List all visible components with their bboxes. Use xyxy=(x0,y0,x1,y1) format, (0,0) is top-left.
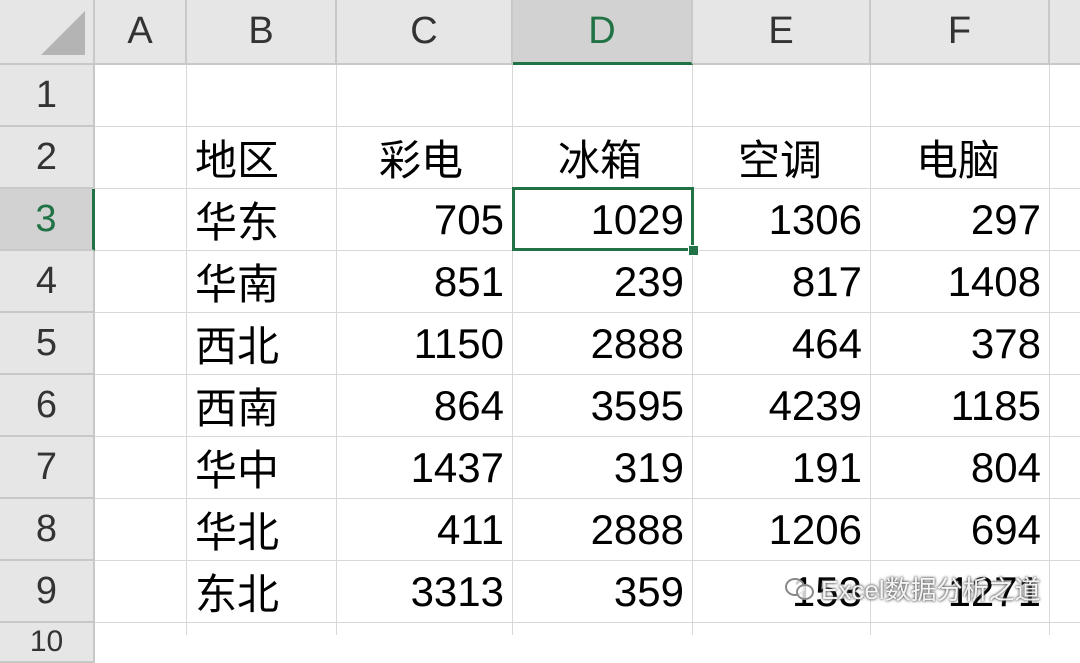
column-header-e[interactable]: E xyxy=(693,0,871,65)
cell-ac[interactable]: 1306 xyxy=(693,189,871,251)
cell-g4[interactable] xyxy=(1050,251,1080,313)
cell-fridge[interactable]: 2888 xyxy=(513,313,693,375)
cell-a5[interactable] xyxy=(95,313,187,375)
cell-a9[interactable] xyxy=(95,561,187,623)
cell-a6[interactable] xyxy=(95,375,187,437)
header-tv[interactable]: 彩电 xyxy=(337,127,513,189)
cell-g1[interactable] xyxy=(1050,65,1080,127)
header-ac[interactable]: 空调 xyxy=(693,127,871,189)
cell-tv[interactable]: 1437 xyxy=(337,437,513,499)
cell-fridge[interactable]: 359 xyxy=(513,561,693,623)
row-header-6[interactable]: 6 xyxy=(0,375,95,437)
cell-e10[interactable] xyxy=(693,623,871,635)
row-header-4[interactable]: 4 xyxy=(0,251,95,313)
cell-fridge[interactable]: 319 xyxy=(513,437,693,499)
cell-c1[interactable] xyxy=(337,65,513,127)
cell-f10[interactable] xyxy=(871,623,1050,635)
cell-tv[interactable]: 1150 xyxy=(337,313,513,375)
cell-tv[interactable]: 851 xyxy=(337,251,513,313)
row-header-8[interactable]: 8 xyxy=(0,499,95,561)
cell-ac[interactable]: 1206 xyxy=(693,499,871,561)
column-header-d[interactable]: D xyxy=(513,0,693,65)
cell-tv[interactable]: 864 xyxy=(337,375,513,437)
cell-d1[interactable] xyxy=(513,65,693,127)
cell-a10[interactable] xyxy=(95,623,187,635)
cell-region[interactable]: 西南 xyxy=(187,375,337,437)
cell-a2[interactable] xyxy=(95,127,187,189)
row-header-9[interactable]: 9 xyxy=(0,561,95,623)
cell-region[interactable]: 东北 xyxy=(187,561,337,623)
cell-g5[interactable] xyxy=(1050,313,1080,375)
cell-g7[interactable] xyxy=(1050,437,1080,499)
row-header-2[interactable]: 2 xyxy=(0,127,95,189)
cell-d10[interactable] xyxy=(513,623,693,635)
row-header-10[interactable]: 10 xyxy=(0,623,95,663)
select-all-triangle-icon xyxy=(41,11,85,55)
cell-ac[interactable]: 817 xyxy=(693,251,871,313)
cell-f1[interactable] xyxy=(871,65,1050,127)
cell-a3[interactable] xyxy=(95,189,187,251)
row-header-5[interactable]: 5 xyxy=(0,313,95,375)
watermark: Excel数据分析之道 xyxy=(785,568,1041,608)
cell-ac[interactable]: 191 xyxy=(693,437,871,499)
fill-handle[interactable] xyxy=(688,245,699,256)
watermark-text: Excel数据分析之道 xyxy=(821,574,1041,605)
cell-region[interactable]: 华东 xyxy=(187,189,337,251)
row-header-7[interactable]: 7 xyxy=(0,437,95,499)
cell-region[interactable]: 华中 xyxy=(187,437,337,499)
column-header-c[interactable]: C xyxy=(337,0,513,65)
row-header-1[interactable]: 1 xyxy=(0,65,95,127)
header-region[interactable]: 地区 xyxy=(187,127,337,189)
cell-region[interactable]: 华北 xyxy=(187,499,337,561)
cell-tv[interactable]: 411 xyxy=(337,499,513,561)
cell-a7[interactable] xyxy=(95,437,187,499)
cell-fridge[interactable]: 239 xyxy=(513,251,693,313)
cell-fridge[interactable]: 1029 xyxy=(513,189,693,251)
cell-pc[interactable]: 378 xyxy=(871,313,1050,375)
cell-b1[interactable] xyxy=(187,65,337,127)
cell-fridge[interactable]: 2888 xyxy=(513,499,693,561)
cell-ac[interactable]: 464 xyxy=(693,313,871,375)
cell-g6[interactable] xyxy=(1050,375,1080,437)
cell-g9[interactable] xyxy=(1050,561,1080,623)
cell-tv[interactable]: 705 xyxy=(337,189,513,251)
spreadsheet-grid: A B C D E F 1 2 3 4 5 6 7 8 9 10 地区 彩电 冰… xyxy=(0,0,1080,663)
cell-tv[interactable]: 3313 xyxy=(337,561,513,623)
cell-a8[interactable] xyxy=(95,499,187,561)
cell-pc[interactable]: 1185 xyxy=(871,375,1050,437)
cell-pc[interactable]: 804 xyxy=(871,437,1050,499)
cell-b10[interactable] xyxy=(187,623,337,635)
cell-c10[interactable] xyxy=(337,623,513,635)
column-header-a[interactable]: A xyxy=(95,0,187,65)
column-header-g[interactable] xyxy=(1050,0,1080,65)
column-header-f[interactable]: F xyxy=(871,0,1050,65)
cell-pc[interactable]: 297 xyxy=(871,189,1050,251)
cell-region[interactable]: 西北 xyxy=(187,313,337,375)
cell-pc[interactable]: 1408 xyxy=(871,251,1050,313)
cell-e1[interactable] xyxy=(693,65,871,127)
row-header-3[interactable]: 3 xyxy=(0,189,95,251)
select-all-button[interactable] xyxy=(0,0,95,65)
cell-a4[interactable] xyxy=(95,251,187,313)
cell-g8[interactable] xyxy=(1050,499,1080,561)
header-pc[interactable]: 电脑 xyxy=(871,127,1050,189)
cell-g3[interactable] xyxy=(1050,189,1080,251)
header-fridge[interactable]: 冰箱 xyxy=(513,127,693,189)
column-header-b[interactable]: B xyxy=(187,0,337,65)
cell-pc[interactable]: 694 xyxy=(871,499,1050,561)
wechat-icon xyxy=(785,576,815,600)
cell-g2[interactable] xyxy=(1050,127,1080,189)
cell-region[interactable]: 华南 xyxy=(187,251,337,313)
cell-fridge[interactable]: 3595 xyxy=(513,375,693,437)
cell-ac[interactable]: 4239 xyxy=(693,375,871,437)
cell-a1[interactable] xyxy=(95,65,187,127)
